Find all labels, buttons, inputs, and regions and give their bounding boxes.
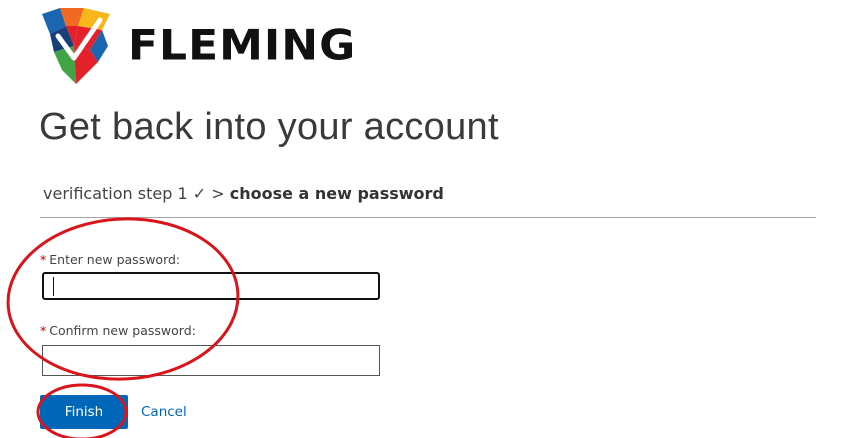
new-password-input[interactable] xyxy=(42,272,380,300)
breadcrumb-step-done: verification step 1 ✓ > xyxy=(43,184,225,203)
breadcrumb: verification step 1 ✓ > choose a new pas… xyxy=(43,184,444,203)
page-title: Get back into your account xyxy=(39,106,499,148)
breadcrumb-current: choose a new password xyxy=(229,184,444,203)
finish-button[interactable]: Finish xyxy=(40,395,128,429)
shield-checkmark-icon xyxy=(42,8,110,84)
new-password-label-text: Enter new password: xyxy=(49,252,181,267)
cancel-link[interactable]: Cancel xyxy=(141,404,187,420)
confirm-password-input[interactable] xyxy=(42,345,380,376)
brand-name: FLEMING xyxy=(128,21,357,70)
confirm-password-label-text: Confirm new password: xyxy=(49,323,196,338)
new-password-label: * Enter new password: xyxy=(40,252,180,267)
breadcrumb-divider xyxy=(40,217,816,218)
required-marker: * xyxy=(40,323,47,338)
brand-logo: FLEMING xyxy=(40,6,356,86)
password-reset-page: FLEMING Get back into your account verif… xyxy=(0,0,844,438)
text-caret xyxy=(53,277,54,296)
confirm-password-label: * Confirm new password: xyxy=(40,323,196,338)
required-marker: * xyxy=(40,252,47,267)
